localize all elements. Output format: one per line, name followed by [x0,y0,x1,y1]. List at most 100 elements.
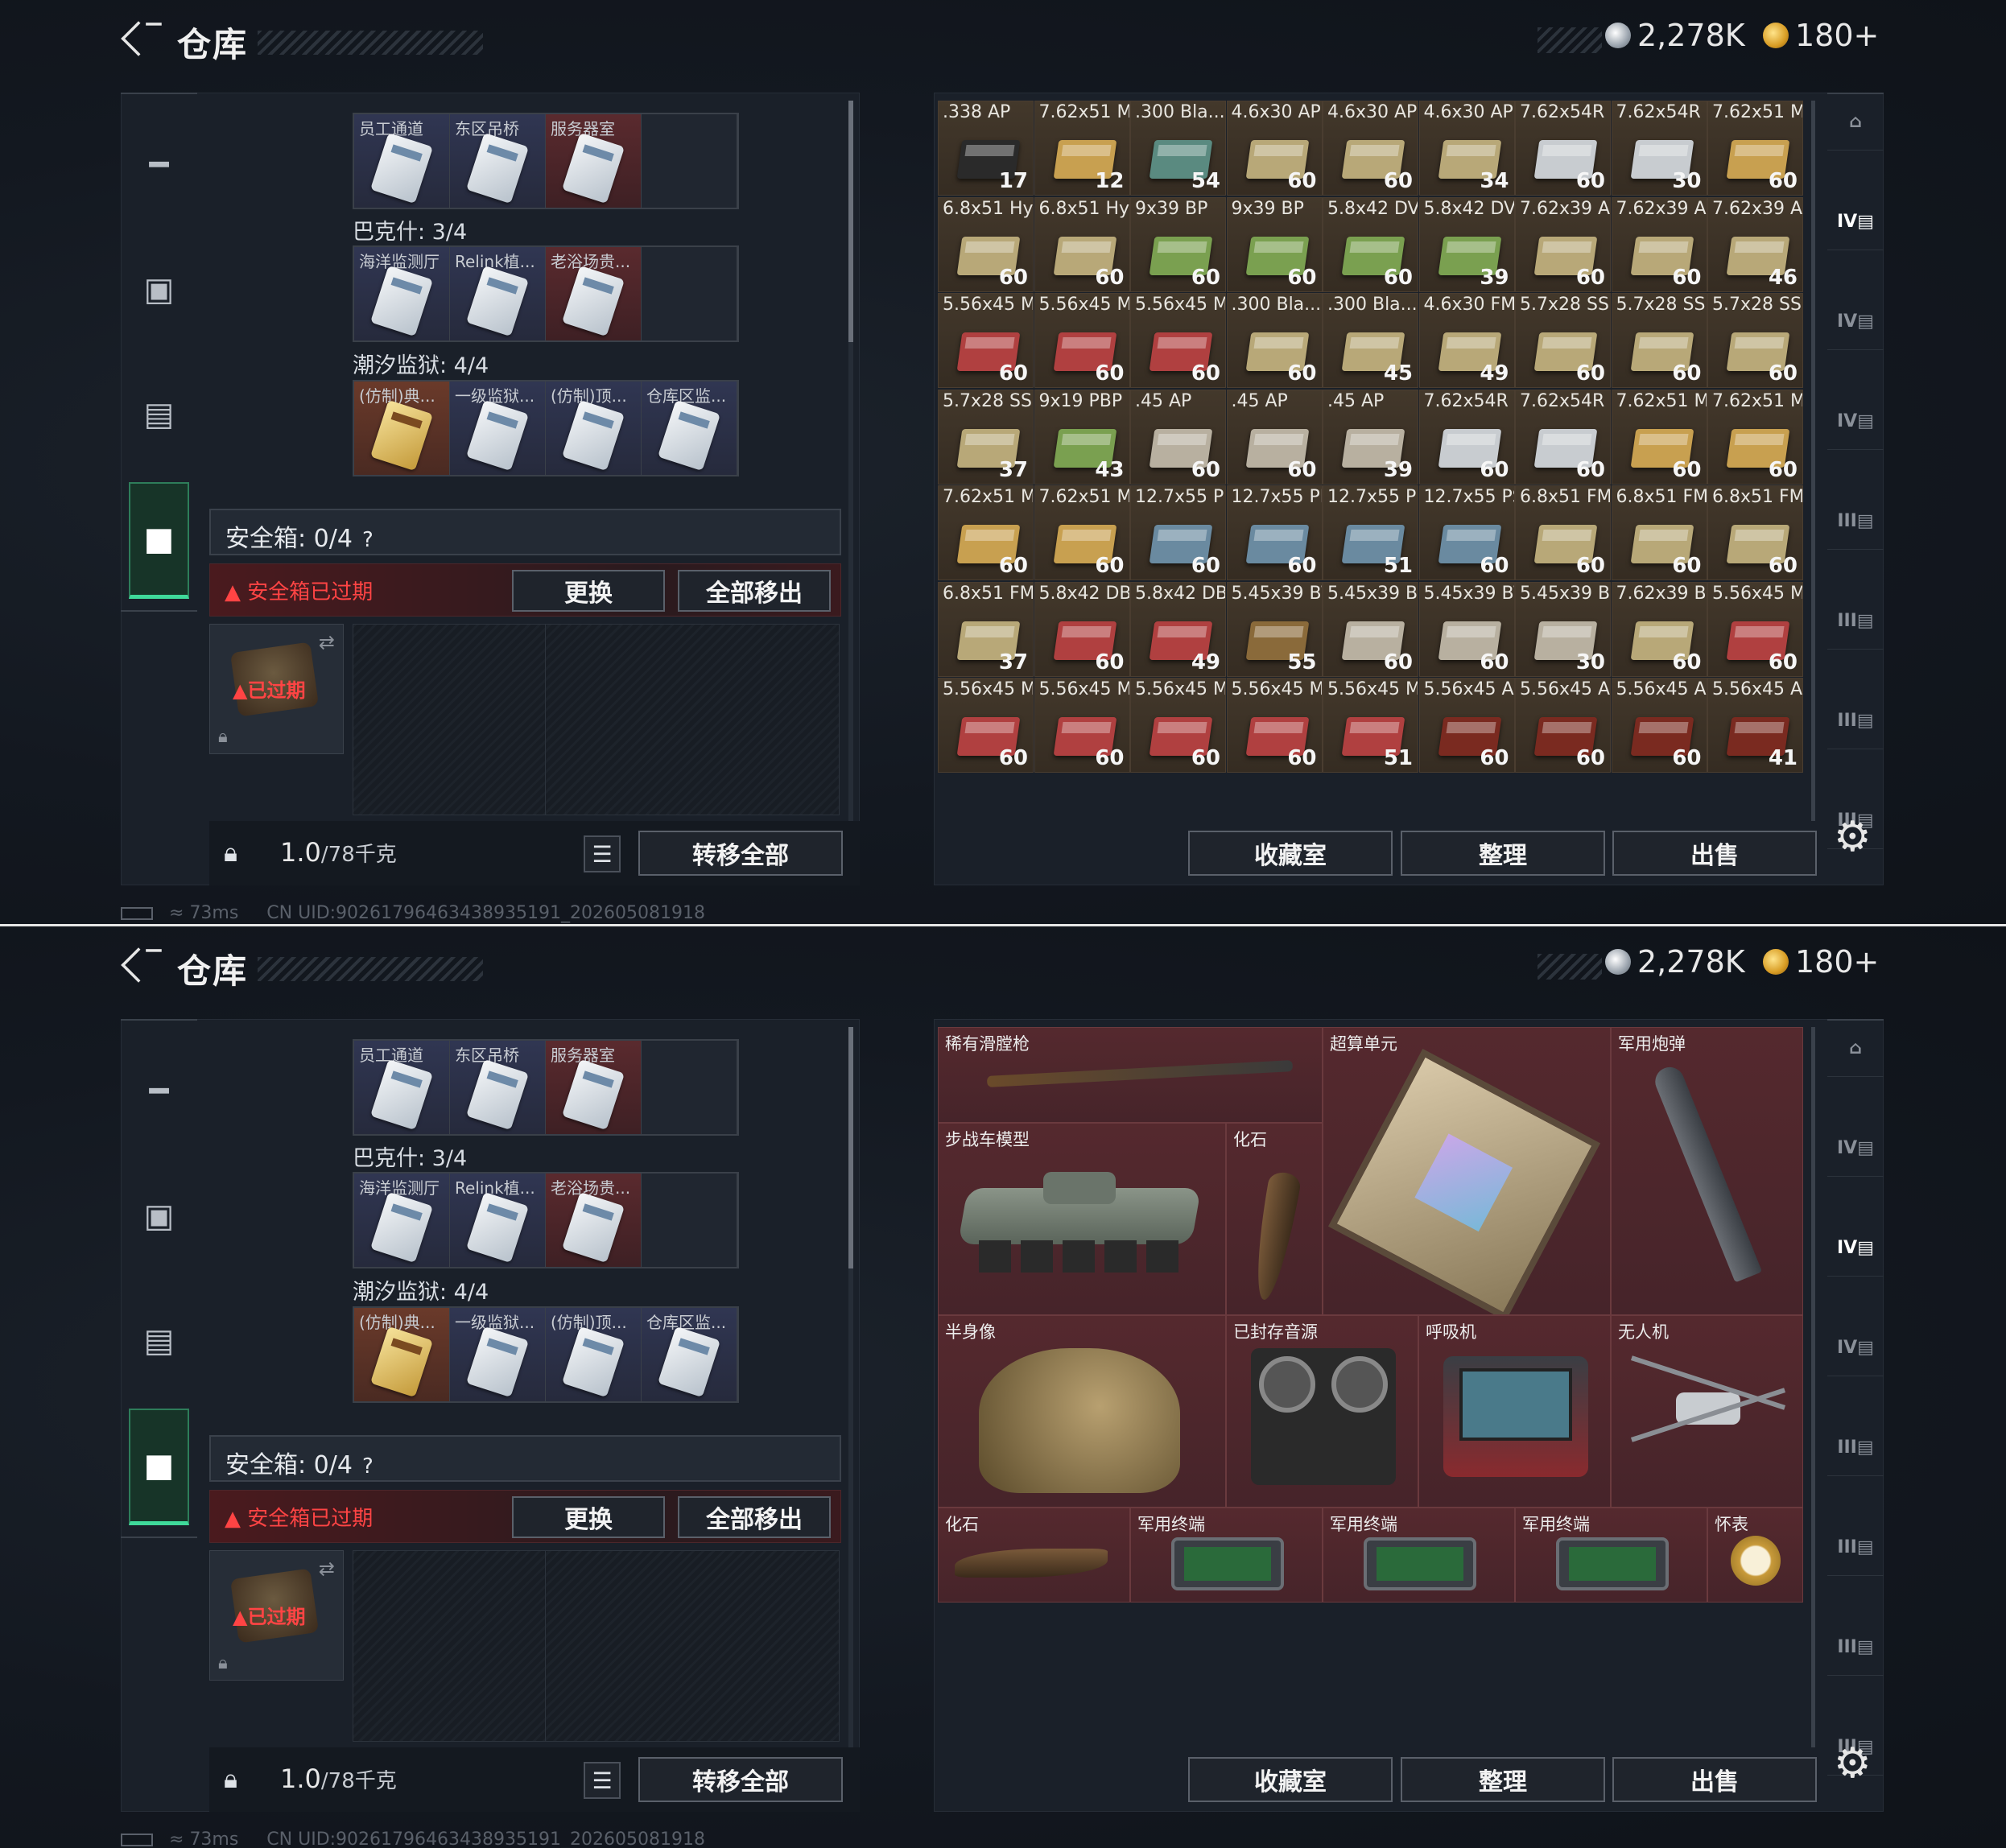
safe-box-grid[interactable] [353,1550,840,1742]
ammo-item[interactable]: 7.62x54R BT gzh 60 [1515,101,1611,196]
key-card[interactable]: (仿制)顶... [546,1308,642,1401]
ammo-item[interactable]: 7.62x39 AP 46 [1707,196,1803,292]
ammo-item[interactable]: 6.8x51 FMJ 60 [1611,485,1707,580]
valuable-item[interactable]: 军用终端 [1515,1508,1707,1603]
replace-button[interactable]: 更换 [512,570,665,612]
gold-currency[interactable]: 180+ [1763,18,1879,53]
ammo-item[interactable]: .45 AP 60 [1130,389,1226,485]
key-card[interactable]: 老浴场贵... [546,1174,642,1267]
ammo-item[interactable]: 7.62x39 AP 60 [1611,196,1707,292]
ammo-item[interactable]: 6.8x51 FMJ 60 [1515,485,1611,580]
ammo-item[interactable]: .338 AP 17 [938,101,1034,196]
ammo-item[interactable]: 7.62x39 AP 60 [1515,196,1611,292]
ammo-item[interactable]: 5.8x42 DVC12 60 [1323,196,1418,292]
category-all-icon[interactable]: ⌂ [1827,1021,1884,1077]
ammo-item[interactable]: 5.56x45 M855A1 60 [1707,581,1803,677]
right-scrollbar[interactable] [1811,1027,1815,1747]
ammo-item[interactable]: .300 Bla... TAC-TX 54 [1130,101,1226,196]
valuable-item[interactable]: 半身像 [938,1315,1226,1508]
key-card[interactable]: 东区吊桥 [450,114,546,208]
ammo-item[interactable]: 6.8x51 FMJ 37 [938,581,1034,677]
key-card[interactable]: 服务器室 [546,1041,642,1134]
valuable-item[interactable]: 超算单元 [1323,1027,1611,1315]
ammo-item[interactable]: 9x19 PBP 43 [1034,389,1130,485]
gold-currency[interactable]: 180+ [1763,944,1879,980]
empty-key-slot[interactable] [642,1041,737,1134]
ammo-item[interactable]: 7.62x51 M61 12 [1034,101,1130,196]
ammo-item[interactable]: 12.7x55 PS12 60 [1418,485,1515,580]
valuable-item[interactable]: 步战车模型 [938,1123,1226,1315]
ammo-item[interactable]: 5.56x45 M855A1 60 [938,678,1034,773]
gear-icon[interactable]: ⚙ [1834,1739,1872,1788]
ammo-item[interactable]: 5.56x45 M855A1 60 [1034,678,1130,773]
help-icon[interactable]: ? [362,1454,374,1479]
key-card[interactable]: 海洋监测厅 [354,1174,450,1267]
ammo-item[interactable]: 5.7x28 SS193 60 [1611,293,1707,388]
ammo-item[interactable]: 5.56x45 APC 41 [1707,678,1803,773]
sort-button[interactable]: 整理 [1401,831,1605,876]
key-card[interactable]: 海洋监测厅 [354,247,450,340]
category-tab-icon[interactable]: III ▤ [1827,1619,1884,1676]
ammo-item[interactable]: 5.8x42 DBP10 49 [1130,581,1226,677]
key-card[interactable]: Relink植... [450,247,546,340]
key-card[interactable]: 员工通道 [354,114,450,208]
sort-button[interactable]: 整理 [1401,1757,1605,1802]
key-card[interactable]: 仓库区监... [642,382,737,475]
ammo-item[interactable]: 12.7x55 PD12双头 60 [1226,485,1323,580]
keycase-tab-icon[interactable]: ■ [129,482,189,599]
ammo-item[interactable]: 5.56x45 APC 60 [1611,678,1707,773]
empty-key-slot[interactable] [642,247,737,340]
keycase-tab-icon[interactable]: ■ [129,1409,189,1525]
help-icon[interactable]: ? [362,528,374,552]
ammo-item[interactable]: 5.45x39 BT 60 [1323,581,1418,677]
right-scrollbar[interactable] [1811,101,1815,821]
sell-button[interactable]: 出售 [1612,1757,1817,1802]
remove-all-button[interactable]: 全部移出 [678,1496,831,1538]
ammo-item[interactable]: 5.45x39 BT 30 [1515,581,1611,677]
ammo-item[interactable]: 5.7x28 SS193 60 [1515,293,1611,388]
ammo-item[interactable]: 5.56x45 M855A1 60 [1226,678,1323,773]
ammo-item[interactable]: 5.56x45 APC 60 [1418,678,1515,773]
ammo-item[interactable]: 5.45x39 BT 60 [1418,581,1515,677]
ammo-item[interactable]: 5.45x39 BT SP 55 [1226,581,1323,677]
ammo-item[interactable]: 7.62x51 M80 60 [938,485,1034,580]
ammo-item[interactable]: 7.62x54R LPS gzh 60 [1515,389,1611,485]
transfer-all-button[interactable]: 转移全部 [638,831,843,876]
list-icon[interactable]: ☰ [584,1762,621,1799]
key-card[interactable]: 服务器室 [546,114,642,208]
ammo-item[interactable]: 5.56x45 M995 60 [1130,293,1226,388]
ammo-item[interactable]: 9x39 BP 60 [1226,196,1323,292]
ammo-item[interactable]: 7.62x51 M80 60 [1611,389,1707,485]
key-card[interactable]: (仿制)典... [354,1308,450,1401]
replace-button[interactable]: 更换 [512,1496,665,1538]
category-tab-icon[interactable]: IV ▤ [1827,1320,1884,1376]
backpack-tab-icon[interactable]: ▣ [129,259,189,320]
vest-tab-icon[interactable]: ▤ [129,384,189,444]
ammo-item[interactable]: 7.62x39 BP 60 [1611,581,1707,677]
empty-key-slot[interactable] [642,1174,737,1267]
valuable-item[interactable]: 军用终端 [1130,1508,1323,1603]
ammo-item[interactable]: 7.62x51 M80 60 [1707,389,1803,485]
key-card[interactable]: Relink植... [450,1174,546,1267]
ammo-item[interactable]: 7.62x51 M80 60 [1034,485,1130,580]
ammo-item[interactable]: 5.56x45 M995 60 [1034,293,1130,388]
ammo-item[interactable]: .45 AP 39 [1323,389,1418,485]
weapon-tab-icon[interactable]: ━ [129,1061,189,1121]
key-card[interactable]: (仿制)顶... [546,382,642,475]
key-card[interactable]: 一级监狱... [450,1308,546,1401]
ammo-item[interactable]: 5.7x28 SS193 60 [1707,293,1803,388]
ammo-item[interactable]: 6.8x51 Hybrid 60 [1034,196,1130,292]
list-icon[interactable]: ☰ [584,835,621,872]
ammo-item[interactable]: .45 AP 60 [1226,389,1323,485]
backpack-tab-icon[interactable]: ▣ [129,1186,189,1246]
category-tab-icon[interactable]: III ▤ [1827,1420,1884,1476]
safe-box-slot[interactable]: ▲已过期 🔒︎ ⇄ [209,1550,344,1681]
key-card[interactable]: (仿制)典... [354,382,450,475]
left-scrollbar[interactable] [848,1027,853,1747]
left-scrollbar[interactable] [848,101,853,821]
key-card[interactable]: 东区吊桥 [450,1041,546,1134]
ammo-item[interactable]: .300 Bla... BCP FMJ 60 [1226,293,1323,388]
ammo-item[interactable]: 7.62x51 M62 60 [1707,101,1803,196]
category-tab-icon[interactable]: III ▤ [1827,1520,1884,1576]
category-all-icon[interactable]: ⌂ [1827,94,1884,151]
